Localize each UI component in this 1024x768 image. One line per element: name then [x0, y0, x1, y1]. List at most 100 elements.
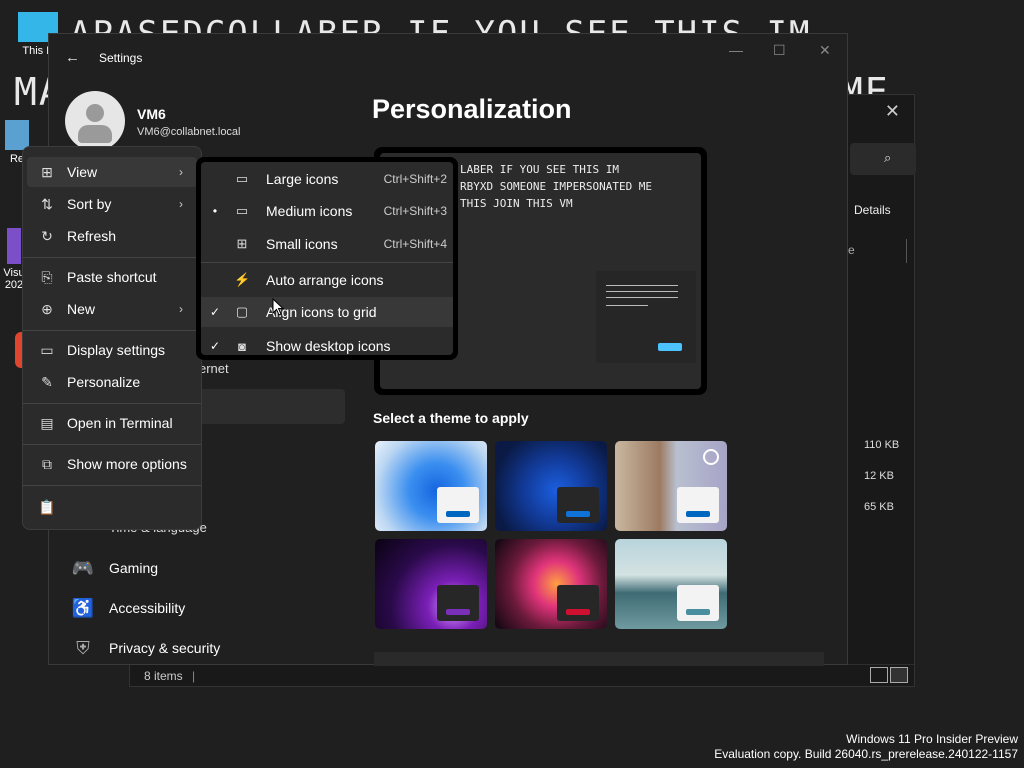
nav-item-label: Privacy & security [109, 640, 221, 656]
submenu-item-label: Small icons [266, 236, 338, 252]
close-icon[interactable]: ✕ [885, 101, 900, 122]
nav-item-personalization-selected[interactable] [199, 389, 345, 424]
user-email: VM6@collabnet.local [137, 126, 241, 138]
shortcut-text: Ctrl+Shift+2 [383, 172, 447, 186]
next-section-card [374, 652, 824, 666]
refresh-icon: ↻ [41, 227, 53, 244]
menu-item-open-in-terminal[interactable]: ▤ Open in Terminal [27, 408, 197, 438]
file-size: 65 KB [864, 501, 894, 513]
menu-item-sort-by[interactable]: ⇅ Sort by › [27, 189, 197, 219]
submenu-item-label: Auto arrange icons [266, 272, 384, 288]
nav-item-privacy-security[interactable]: ⛨ Privacy & security [73, 630, 333, 666]
menu-item-refresh[interactable]: ↻ Refresh [27, 221, 197, 251]
shortcut-text: Ctrl+Shift+4 [383, 237, 447, 251]
shield-icon: ⛨ [76, 637, 90, 658]
menu-item-label: Open in Terminal [67, 415, 173, 431]
file-size: 12 KB [864, 470, 894, 482]
submenu-item-label: Medium icons [266, 203, 353, 219]
menu-item-show-more-options[interactable]: ⧉ Show more options [27, 449, 197, 479]
details-view-icon[interactable] [870, 667, 888, 683]
menu-item-label: Sort by [67, 196, 112, 212]
sort-icon: ⇅ [41, 195, 53, 212]
menu-item-paste-shortcut[interactable]: ⎘ Paste shortcut [27, 262, 197, 292]
theme-windows-dark[interactable] [495, 441, 607, 531]
recycle-bin-icon [5, 120, 29, 150]
view-submenu: ▭ Large icons Ctrl+Shift+2 • ▭ Medium ic… [196, 157, 458, 360]
submenu-item-auto-arrange[interactable]: ⚡ Auto arrange icons [201, 265, 453, 295]
grid-align-icon: ▢ [235, 304, 249, 319]
menu-item-view[interactable]: ⊞ View › [27, 157, 197, 187]
menu-item-label: Refresh [67, 228, 117, 244]
shortcut-text: Ctrl+Shift+3 [383, 204, 447, 218]
avatar-head [86, 104, 104, 122]
window-title: Settings [99, 51, 143, 65]
menu-item-personalize[interactable]: ✎ Personalize [27, 367, 197, 397]
submenu-item-show-desktop-icons[interactable]: ✓ ◙ Show desktop icons [201, 331, 453, 355]
menu-separator [23, 485, 201, 486]
menu-separator [23, 444, 201, 445]
view-buttons [870, 667, 908, 683]
preview-wallpaper-text: LABER IF YOU SEE THIS IM RBYXD SOMEONE I… [460, 163, 653, 210]
menu-separator [23, 403, 201, 404]
column-header-fragment: e [848, 243, 855, 257]
watermark-line2: Evaluation copy. Build 26040.rs_prerelea… [714, 747, 1018, 761]
item-count: 8 items [144, 669, 183, 683]
menu-separator [23, 257, 201, 258]
search-icon: ⌕ [884, 150, 892, 165]
paste-shortcut-icon: ⎘ [41, 268, 53, 285]
submenu-item-medium-icons[interactable]: • ▭ Medium icons Ctrl+Shift+3 [201, 196, 453, 226]
page-title: Personalization [372, 94, 572, 124]
menu-item-copy-bottom[interactable]: 📋 [27, 492, 67, 522]
search-button[interactable]: ⌕ [850, 143, 916, 175]
nav-item-gaming[interactable]: 🎮 Gaming [71, 550, 333, 586]
menu-item-label: Display settings [67, 342, 166, 358]
tiles-view-icon[interactable] [890, 667, 908, 683]
brush-icon: ✎ [41, 373, 53, 390]
user-name: VM6 [137, 106, 166, 122]
theme-windows-light[interactable] [375, 441, 487, 531]
submenu-item-large-icons[interactable]: ▭ Large icons Ctrl+Shift+2 [201, 164, 453, 194]
submenu-item-label: Large icons [266, 171, 339, 187]
maximize-icon[interactable]: ☐ [773, 42, 786, 59]
theme-glow-purple[interactable] [375, 539, 487, 629]
item-mark: • [212, 204, 218, 218]
preview-window [596, 271, 696, 363]
chevron-right-icon: › [179, 165, 183, 179]
windows-watermark: Windows 11 Pro Insider Preview Evaluatio… [714, 732, 1018, 762]
avatar[interactable] [65, 91, 125, 151]
visual-studio-icon [7, 228, 21, 264]
menu-item-new[interactable]: ⊕ New › [27, 294, 197, 324]
theme-glow-selected[interactable] [615, 441, 727, 531]
gamepad-icon: 🎮 [71, 557, 95, 578]
menu-item-label: Paste shortcut [67, 269, 157, 285]
desktop-icon: ◙ [238, 338, 246, 354]
minimize-icon[interactable]: — [729, 42, 743, 58]
clipboard-icon: 📋 [38, 498, 56, 515]
nav-item-network-fragment[interactable]: ernet [199, 361, 229, 376]
status-divider: | [192, 669, 196, 683]
display-icon: ▭ [40, 341, 54, 358]
title-bar[interactable]: ← Settings — ☐ ✕ [49, 34, 847, 82]
medium-icons-icon: ▭ [235, 203, 249, 218]
nav-item-accessibility[interactable]: ♿ Accessibility [72, 590, 333, 626]
desktop-context-menu: ⊞ View › ⇅ Sort by › ↻ Refresh ⎘ Paste s… [22, 146, 202, 530]
auto-arrange-icon: ⚡ [234, 272, 251, 287]
mouse-cursor-icon [272, 298, 284, 316]
submenu-item-small-icons[interactable]: ⊞ Small icons Ctrl+Shift+4 [201, 229, 453, 259]
back-arrow-icon[interactable]: ← [65, 50, 81, 66]
menu-item-label: View [67, 164, 98, 180]
nav-item-label: Gaming [109, 560, 159, 576]
submenu-item-label: Show desktop icons [266, 338, 391, 354]
menu-item-label: Personalize [67, 374, 141, 390]
more-options-icon: ⧉ [42, 455, 52, 472]
theme-captured-motion[interactable] [495, 539, 607, 629]
details-button[interactable]: Details [854, 203, 891, 217]
submenu-item-align-to-grid[interactable]: ✓ ▢ Align icons to grid [201, 297, 453, 327]
nav-item-label: Accessibility [109, 600, 186, 616]
close-icon[interactable]: ✕ [819, 42, 831, 59]
watermark-line1: Windows 11 Pro Insider Preview [846, 732, 1018, 746]
theme-flow[interactable] [615, 539, 727, 629]
menu-item-display-settings[interactable]: ▭ Display settings [27, 335, 197, 365]
menu-separator [23, 330, 201, 331]
menu-item-label: New [67, 301, 96, 317]
